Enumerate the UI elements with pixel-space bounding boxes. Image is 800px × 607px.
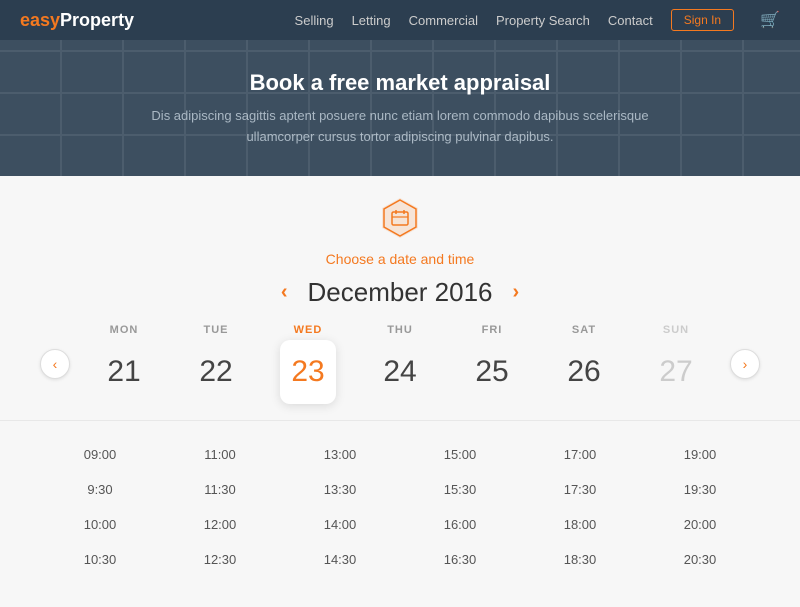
- time-slot[interactable]: 9:30: [40, 472, 160, 507]
- date-header: Choose a date and time: [40, 196, 760, 267]
- time-slot[interactable]: 19:00: [640, 437, 760, 472]
- day-number: 22: [188, 340, 244, 404]
- nav-links: Selling Letting Commercial Property Sear…: [295, 9, 780, 31]
- time-slot[interactable]: 09:00: [40, 437, 160, 472]
- time-slot[interactable]: 17:30: [520, 472, 640, 507]
- logo: easyProperty: [20, 10, 134, 31]
- day-name: THU: [387, 324, 413, 336]
- day-name: TUE: [204, 324, 229, 336]
- time-slot[interactable]: 20:30: [640, 542, 760, 577]
- nav-commercial[interactable]: Commercial: [409, 13, 478, 28]
- time-col-5: 19:0019:3020:0020:30: [640, 437, 760, 577]
- day-name: WED: [294, 324, 323, 336]
- days-prev-button[interactable]: ‹: [40, 349, 70, 379]
- time-col-3: 15:0015:3016:0016:30: [400, 437, 520, 577]
- day-number: 23: [280, 340, 336, 404]
- time-slot[interactable]: 16:00: [400, 507, 520, 542]
- hero-bg-pattern: [0, 40, 800, 176]
- time-slot[interactable]: 11:00: [160, 437, 280, 472]
- date-subtitle: Choose a date and time: [40, 251, 760, 267]
- day-number: 25: [464, 340, 520, 404]
- time-slot[interactable]: 13:00: [280, 437, 400, 472]
- day-name: SUN: [663, 324, 689, 336]
- time-slot[interactable]: 12:30: [160, 542, 280, 577]
- time-slot[interactable]: 10:30: [40, 542, 160, 577]
- nav-letting[interactable]: Letting: [352, 13, 391, 28]
- time-slot[interactable]: 15:00: [400, 437, 520, 472]
- time-col-1: 11:0011:3012:0012:30: [160, 437, 280, 577]
- time-slot[interactable]: 18:00: [520, 507, 640, 542]
- day-number: 27: [648, 340, 704, 404]
- day-number: 21: [96, 340, 152, 404]
- logo-prefix: easy: [20, 10, 60, 30]
- nav-property-search[interactable]: Property Search: [496, 13, 590, 28]
- day-name: MON: [110, 324, 139, 336]
- navbar: easyProperty Selling Letting Commercial …: [0, 0, 800, 40]
- day-name: FRI: [482, 324, 503, 336]
- day-cell-27: SUN 27: [636, 324, 716, 404]
- time-col-4: 17:0017:3018:0018:30: [520, 437, 640, 577]
- day-cell-22[interactable]: TUE 22: [176, 324, 256, 404]
- time-slot[interactable]: 12:00: [160, 507, 280, 542]
- calendar-icon: [378, 196, 422, 240]
- day-cell-24[interactable]: THU 24: [360, 324, 440, 404]
- time-slot[interactable]: 11:30: [160, 472, 280, 507]
- time-slot[interactable]: 14:00: [280, 507, 400, 542]
- day-cell-21[interactable]: MON 21: [84, 324, 164, 404]
- time-col-2: 13:0013:3014:0014:30: [280, 437, 400, 577]
- time-slot[interactable]: 10:00: [40, 507, 160, 542]
- month-prev-button[interactable]: ‹: [281, 282, 288, 302]
- signin-button[interactable]: Sign In: [671, 9, 734, 31]
- time-slot[interactable]: 13:30: [280, 472, 400, 507]
- month-next-button[interactable]: ›: [513, 282, 520, 302]
- day-number: 26: [556, 340, 612, 404]
- day-cell-26[interactable]: SAT 26: [544, 324, 624, 404]
- time-slot[interactable]: 18:30: [520, 542, 640, 577]
- section-divider: [0, 420, 800, 421]
- logo-suffix: Property: [60, 10, 134, 30]
- time-slot[interactable]: 20:00: [640, 507, 760, 542]
- nav-selling[interactable]: Selling: [295, 13, 334, 28]
- calendar-icon-wrap: [378, 196, 422, 245]
- cart-icon[interactable]: 🛒: [760, 10, 780, 30]
- days-scroll-wrap: ‹ MON 21 TUE 22 WED 23 THU 24 FRI 25 SAT…: [40, 324, 760, 404]
- time-slot[interactable]: 17:00: [520, 437, 640, 472]
- time-slot[interactable]: 15:30: [400, 472, 520, 507]
- time-slot[interactable]: 14:30: [280, 542, 400, 577]
- time-slot[interactable]: 19:30: [640, 472, 760, 507]
- time-col-0: 09:009:3010:0010:30: [40, 437, 160, 577]
- time-slot[interactable]: 16:30: [400, 542, 520, 577]
- month-title: December 2016: [308, 277, 493, 308]
- time-grid: 09:009:3010:0010:3011:0011:3012:0012:301…: [40, 437, 760, 577]
- day-cell-25[interactable]: FRI 25: [452, 324, 532, 404]
- main-content: Choose a date and time ‹ December 2016 ›…: [0, 176, 800, 607]
- days-container: MON 21 TUE 22 WED 23 THU 24 FRI 25 SAT 2…: [78, 324, 722, 404]
- days-next-button[interactable]: ›: [730, 349, 760, 379]
- hero-section: Book a free market appraisal Dis adipisc…: [0, 40, 800, 176]
- nav-contact[interactable]: Contact: [608, 13, 653, 28]
- month-nav: ‹ December 2016 ›: [40, 277, 760, 308]
- day-cell-23[interactable]: WED 23: [268, 324, 348, 404]
- day-number: 24: [372, 340, 428, 404]
- day-name: SAT: [572, 324, 596, 336]
